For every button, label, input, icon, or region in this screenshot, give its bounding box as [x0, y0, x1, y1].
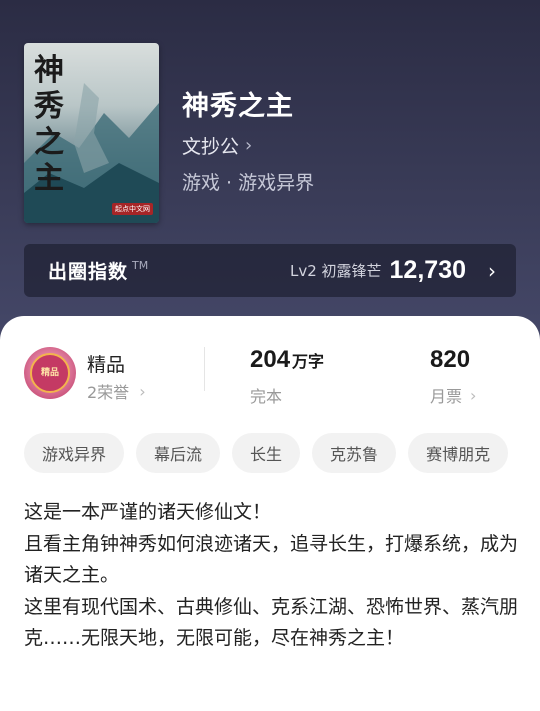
- book-description: 这是一本严谨的诸天修仙文！ 且看主角钟神秀如何浪迹诸天，追寻长生，打爆系统，成为…: [24, 497, 519, 655]
- completion-status: 完本: [250, 387, 283, 406]
- index-value: 12,730: [389, 256, 466, 284]
- description-line: 且看主角钟神秀如何浪迹诸天，追寻长生，打爆系统，成为诸天之主。: [24, 532, 519, 587]
- cover-title: 神秀之主: [34, 53, 64, 196]
- index-level: Lv2 初露锋芒: [289, 262, 382, 280]
- tag-chip[interactable]: 游戏异界: [24, 433, 125, 473]
- tag-chip[interactable]: 克苏鲁: [312, 433, 397, 473]
- book-title: 神秀之主: [182, 91, 294, 122]
- tag-chip[interactable]: 赛博朋克: [408, 433, 509, 473]
- index-right: Lv2 初露锋芒 12,730 ›: [290, 256, 496, 285]
- honor-count: 2荣誉: [87, 383, 130, 402]
- chevron-right-icon: ›: [139, 381, 146, 401]
- stat-divider: [204, 347, 205, 391]
- description-line: 这里有现代国术、古典修仙、克系江湖、恐怖世界、蒸汽朋克……无限天地，无限可能，尽…: [24, 595, 519, 650]
- tag-list: 游戏异界 幕后流 长生 克苏鲁 赛博朋克: [24, 433, 509, 473]
- author-name: 文抄公: [182, 136, 240, 158]
- word-count: 204 万字: [250, 346, 324, 374]
- tag-chip[interactable]: 幕后流: [136, 433, 221, 473]
- tickets-number: 820: [430, 346, 471, 373]
- quality-badge-icon[interactable]: 精品: [24, 347, 76, 399]
- word-count-number: 204: [250, 346, 291, 373]
- chevron-right-icon: ›: [488, 258, 496, 283]
- genre-text[interactable]: 游戏 · 游戏异界: [182, 168, 314, 195]
- word-count-unit: 万字: [292, 352, 325, 371]
- book-cover[interactable]: 神秀之主 起点中文网: [24, 43, 159, 223]
- chevron-right-icon: ›: [470, 385, 477, 405]
- index-label: 出圈指数: [48, 261, 129, 283]
- popularity-index-bar[interactable]: 出圈指数 TM Lv2 初露锋芒 12,730 ›: [24, 244, 516, 297]
- trademark-mark: TM: [132, 259, 149, 272]
- tickets-link[interactable]: 月票 ›: [430, 383, 476, 407]
- chevron-right-icon: ›: [245, 135, 253, 156]
- honor-link[interactable]: 2荣誉 ›: [87, 379, 146, 403]
- quality-label: 精品: [87, 354, 126, 376]
- cover-publisher: 起点中文网: [112, 203, 153, 215]
- author-link[interactable]: 文抄公 ›: [182, 132, 252, 159]
- badge-text: 精品: [30, 353, 70, 393]
- tickets-label: 月票: [430, 387, 463, 406]
- monthly-tickets[interactable]: 820: [430, 346, 470, 374]
- tag-chip[interactable]: 长生: [232, 433, 301, 473]
- description-line: 这是一本严谨的诸天修仙文！: [24, 501, 272, 523]
